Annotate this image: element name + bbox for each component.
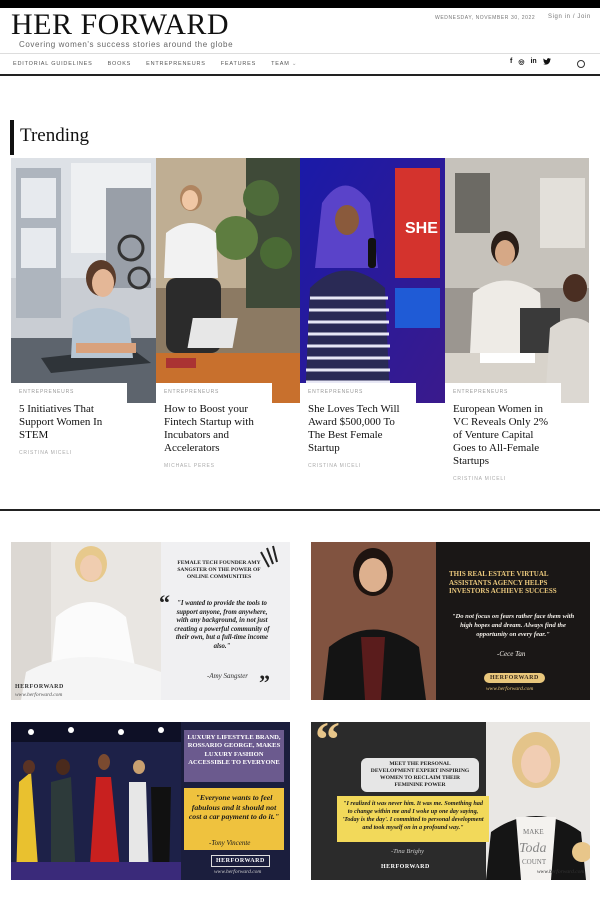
facebook-icon[interactable]: f	[510, 58, 512, 67]
svg-text:SHE: SHE	[405, 220, 438, 237]
site-logo[interactable]: HER FORWARD	[11, 8, 229, 42]
card-category[interactable]: ENTREPRENEURS	[308, 389, 408, 395]
nav-item-books[interactable]: Books	[108, 61, 132, 67]
site-tagline: Covering women's success stories around …	[19, 40, 234, 49]
promo-signature: -Cece Tan	[497, 650, 526, 658]
promo-brand: HERFORWARD	[381, 864, 430, 870]
promo-banner-rossario-george[interactable]: LUXURY LIFESTYLE BRAND, ROSSARIO GEORGE,…	[11, 722, 290, 880]
nav-item-editorial-guidelines[interactable]: Editorial Guidelines	[13, 61, 93, 67]
promo-quote: "Do not focus on fears rather face them …	[451, 613, 575, 638]
promo-quote: "I wanted to provide the tools to suppor…	[174, 600, 270, 650]
chevron-down-icon: ⌄	[291, 61, 298, 67]
section-title-trending: Trending	[20, 125, 89, 146]
promo-banner-cece-tan[interactable]: THIS REAL ESTATE VIRTUAL ASSISTANTS AGEN…	[311, 542, 590, 700]
card-title[interactable]: European Women in VC Reveals Only 2% of …	[453, 403, 553, 468]
promo-brand: HERFORWARD	[484, 673, 545, 683]
card-category[interactable]: ENTREPRENEURS	[19, 389, 119, 395]
promo-headline: LUXURY LIFESTYLE BRAND, ROSSARIO GEORGE,…	[184, 730, 284, 782]
card-text-2: ENTREPRENEURS How to Boost your Fintech …	[156, 383, 272, 469]
quote-open-icon: “	[159, 590, 170, 615]
card-text-1: ENTREPRENEURS 5 Initiatives That Support…	[11, 383, 127, 456]
promo-url: www.herforward.com	[537, 869, 585, 875]
svg-text:Toda: Toda	[519, 841, 547, 856]
promo-brand: HERFORWARD	[211, 855, 270, 867]
promo-banner-tina-brighy[interactable]: MAKE Toda COUNT “ MEET THE PERSONAL DEVE…	[311, 722, 590, 880]
svg-text:COUNT: COUNT	[522, 858, 547, 866]
card-title[interactable]: 5 Initiatives That Support Women In STEM	[19, 403, 119, 442]
nav-item-team-label: Team	[271, 61, 290, 67]
section-divider	[0, 509, 600, 511]
section-accent-bar	[10, 120, 14, 155]
card-title[interactable]: How to Boost your Fintech Startup with I…	[164, 403, 264, 455]
card-image-women-in-vc[interactable]	[445, 158, 589, 403]
card-category[interactable]: ENTREPRENEURS	[164, 389, 264, 395]
card-author[interactable]: CRISTINA MICELI	[453, 476, 553, 482]
header-date: WEDNESDAY, NOVEMBER 30, 2022	[435, 15, 536, 21]
card-text-4: ENTREPRENEURS European Women in VC Revea…	[445, 383, 561, 482]
nav-top-rule	[0, 53, 600, 54]
instagram-icon[interactable]: ◎	[518, 58, 524, 67]
nav-item-features[interactable]: Features	[221, 61, 256, 67]
card-text-3: ENTREPRENEURS She Loves Tech Will Award …	[300, 383, 416, 469]
signin-link[interactable]: Sign in / Join	[548, 14, 591, 20]
promo-headline: THIS REAL ESTATE VIRTUAL ASSISTANTS AGEN…	[449, 570, 557, 595]
top-black-bar	[0, 0, 600, 8]
card-image-stem[interactable]	[11, 158, 156, 403]
card-image-fintech[interactable]	[156, 158, 300, 403]
promo-url: www.herforward.com	[214, 869, 262, 875]
svg-text:MAKE: MAKE	[523, 828, 544, 836]
quote-open-icon: “	[315, 722, 340, 767]
twitter-icon[interactable]	[542, 58, 551, 67]
nav-item-entrepreneurs[interactable]: Entrepreneurs	[146, 61, 206, 67]
promo-signature: -Tina Brighy	[391, 848, 425, 855]
promo-brand: HERFORWARD	[15, 684, 64, 690]
card-image-she-loves-tech[interactable]: SHE	[300, 158, 445, 403]
quote-close-icon: ”	[259, 670, 270, 695]
promo-signature: -Tony Vincente	[209, 839, 251, 847]
card-author[interactable]: CRISTINA MICELI	[19, 450, 119, 456]
card-author[interactable]: MICHAEL PERES	[164, 463, 264, 469]
card-category[interactable]: ENTREPRENEURS	[453, 389, 553, 395]
promo-headline: MEET THE PERSONAL DEVELOPMENT EXPERT INS…	[361, 758, 479, 792]
nav-bottom-rule	[0, 74, 600, 76]
card-author[interactable]: CRISTINA MICELI	[308, 463, 408, 469]
promo-url: www.herforward.com	[15, 692, 63, 698]
social-links: f ◎ in	[510, 58, 551, 67]
main-nav: Editorial Guidelines Books Entrepreneurs…	[13, 61, 297, 67]
promo-quote: "I realized it was never him. It was me.…	[337, 796, 489, 842]
promo-banner-amy-sangster[interactable]: FEMALE TECH FOUNDER AMY SANGSTER ON THE …	[11, 542, 290, 700]
card-title[interactable]: She Loves Tech Will Award $500,000 To Th…	[308, 403, 408, 455]
promo-headline: FEMALE TECH FOUNDER AMY SANGSTER ON THE …	[177, 560, 261, 580]
promo-signature: -Amy Sangster	[207, 672, 249, 680]
promo-url: www.herforward.com	[486, 686, 534, 692]
search-icon[interactable]	[577, 60, 585, 68]
linkedin-icon[interactable]: in	[530, 58, 536, 67]
nav-item-team[interactable]: Team ⌄	[271, 61, 297, 67]
